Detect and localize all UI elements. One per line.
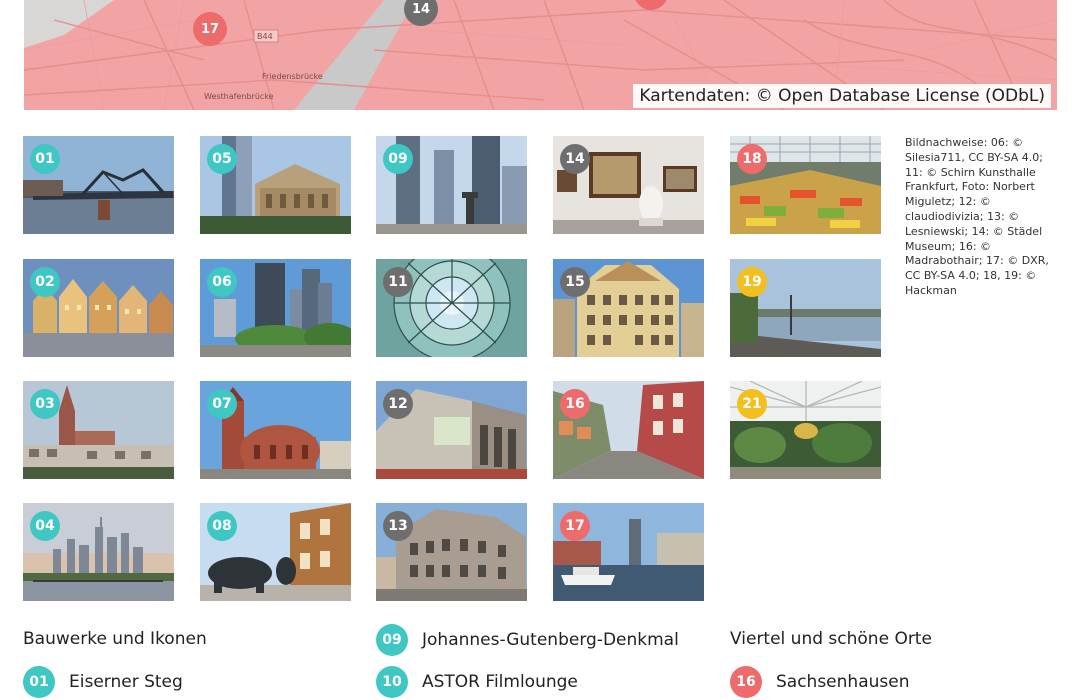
photo-number-badge: 03 xyxy=(30,389,60,419)
map-road-number: B44 xyxy=(257,32,273,41)
map-marker-number: 14 xyxy=(411,1,431,17)
photo-number-badge: 18 xyxy=(737,144,767,174)
photo-skyline-main[interactable]: 04 xyxy=(23,503,174,601)
legend-label: ASTOR Filmlounge xyxy=(422,672,578,692)
photo-number-badge: 08 xyxy=(207,511,237,541)
photo-number-badge: 21 xyxy=(737,389,767,419)
photo-number-badge: 05 xyxy=(207,144,237,174)
photo-altbau[interactable]: 13 xyxy=(376,503,527,601)
photo-number-badge: 15 xyxy=(560,267,590,297)
photo-number-badge: 11 xyxy=(383,267,413,297)
category-bauwerke-title: Bauwerke und Ikonen xyxy=(23,629,207,649)
map-marker-17[interactable]: 17 xyxy=(193,12,227,46)
legend-item-astor-filmlounge[interactable]: 10 ASTOR Filmlounge xyxy=(376,666,578,698)
legend-label: Eiserner Steg xyxy=(69,672,183,692)
photo-number-badge: 16 xyxy=(560,389,590,419)
legend-number-badge: 10 xyxy=(376,666,408,698)
photo-number-badge: 14 xyxy=(560,144,590,174)
legend-item-sachsenhausen[interactable]: 16 Sachsenhausen xyxy=(730,666,909,698)
legend-number-badge: 09 xyxy=(376,624,408,656)
photo-number-badge: 04 xyxy=(30,511,60,541)
legend-label: Sachsenhausen xyxy=(776,672,910,692)
photo-schirn-dome[interactable]: 11 xyxy=(376,259,527,357)
legend-item-gutenberg-denkmal[interactable]: 09 Johannes-Gutenberg-Denkmal xyxy=(376,624,679,656)
photo-number-badge: 19 xyxy=(737,267,767,297)
legend-number-badge: 01 xyxy=(23,666,55,698)
photo-staedel-museum[interactable]: 14 xyxy=(553,136,704,234)
photo-number-badge: 12 xyxy=(383,389,413,419)
photo-number-badge: 17 xyxy=(560,511,590,541)
photo-eiserner-steg[interactable]: 01 xyxy=(23,136,174,234)
legend-number-badge: 16 xyxy=(730,666,762,698)
map-street-label: Westhafenbrücke xyxy=(204,92,274,101)
photo-number-badge: 07 xyxy=(207,389,237,419)
photo-mainufer[interactable]: 19 xyxy=(730,259,881,357)
category-viertel-title: Viertel und schöne Orte xyxy=(730,629,932,649)
photo-number-badge: 13 xyxy=(383,511,413,541)
map-street-label: Friedensbrücke xyxy=(262,72,323,81)
map-marker-number: 17 xyxy=(200,21,220,37)
photo-palmengarten[interactable]: 21 xyxy=(730,381,881,479)
photo-number-badge: 09 xyxy=(383,144,413,174)
photo-number-badge: 02 xyxy=(30,267,60,297)
image-credits: Bildnachweise: 06: © Silesia711, CC BY-S… xyxy=(905,136,1049,297)
photo-dom[interactable]: 03 xyxy=(23,381,174,479)
photo-paulskirche[interactable]: 07 xyxy=(200,381,351,479)
photo-gutenberg-denkmal[interactable]: 09 xyxy=(376,136,527,234)
photo-roemer[interactable]: 02 xyxy=(23,259,174,357)
city-map[interactable]: Friedensbrücke Westhafenbrücke B44 17 14… xyxy=(24,0,1057,110)
photo-skyline-park[interactable]: 06 xyxy=(200,259,351,357)
legend-label: Johannes-Gutenberg-Denkmal xyxy=(422,630,679,650)
photo-alte-oper[interactable]: 05 xyxy=(200,136,351,234)
photo-number-badge: 06 xyxy=(207,267,237,297)
legend-item-eiserner-steg[interactable]: 01 Eiserner Steg xyxy=(23,666,183,698)
photo-westhafen[interactable]: 17 xyxy=(553,503,704,601)
photo-moderner-bau[interactable]: 12 xyxy=(376,381,527,479)
photo-number-badge: 01 xyxy=(30,144,60,174)
photo-kleinmarkthalle[interactable]: 18 xyxy=(730,136,881,234)
photo-goethe-haus[interactable]: 15 xyxy=(553,259,704,357)
photo-sachsenhausen-gasse[interactable]: 16 xyxy=(553,381,704,479)
photo-bulle-und-baer[interactable]: 08 xyxy=(200,503,351,601)
map-attribution: Kartendaten: © Open Database License (OD… xyxy=(633,84,1051,108)
